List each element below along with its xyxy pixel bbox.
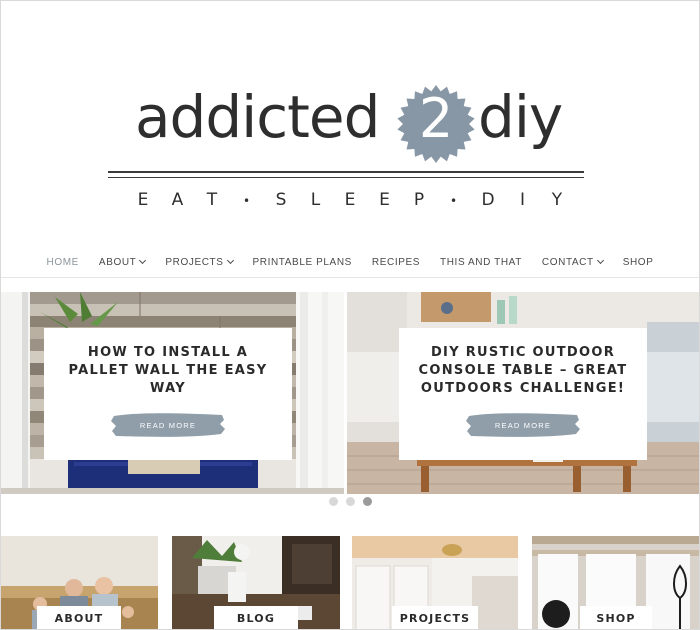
tagline-letter: P (413, 190, 425, 210)
nav-item-label: PROJECTS (165, 256, 224, 268)
nav-item-recipes[interactable]: RECIPES (362, 257, 430, 268)
slide-title-line[interactable]: CONSOLE TABLE – GREAT (419, 362, 628, 380)
tile-projects[interactable]: PROJECTS (352, 536, 518, 630)
read-more-label: READ MORE (139, 420, 197, 430)
tagline-letter: I (519, 190, 525, 210)
tile-shop[interactable]: SHOP (532, 536, 700, 630)
read-more-label: READ MORE (494, 420, 552, 430)
tagline-letter: Y (551, 190, 563, 210)
main-nav: HOME ABOUT PROJECTS PRINTABLE PLANS RECI… (0, 248, 700, 276)
slide-title-line[interactable]: HOW TO INSTALL A (88, 344, 248, 362)
tagline-letter: E (379, 190, 390, 210)
nav-item-home[interactable]: HOME (37, 257, 89, 268)
slide-title-line[interactable]: DIY RUSTIC OUTDOOR (431, 344, 615, 362)
tile-label[interactable]: ABOUT (37, 606, 121, 630)
read-more-button[interactable]: READ MORE (110, 410, 226, 440)
chevron-down-icon (139, 256, 147, 265)
slide-card: HOW TO INSTALL A PALLET WALL THE EASY WA… (44, 328, 292, 460)
logo-rule (108, 171, 584, 173)
tile-label[interactable]: SHOP (580, 606, 652, 630)
nav-item-projects[interactable]: PROJECTS (155, 257, 242, 268)
site-logo[interactable]: addicted 2 diy E A T • S L E E P • D I Y (0, 0, 700, 230)
nav-divider (0, 277, 700, 278)
tile-label[interactable]: PROJECTS (392, 606, 478, 630)
nav-item-label: CONTACT (541, 256, 594, 268)
nav-item-about[interactable]: ABOUT (89, 257, 155, 268)
logo-rule-thin (108, 177, 584, 178)
slide-card: DIY RUSTIC OUTDOOR CONSOLE TABLE – GREAT… (399, 328, 647, 460)
read-more-button[interactable]: READ MORE (465, 410, 581, 440)
slider-dot-active[interactable] (362, 497, 372, 506)
nav-item-label: THIS AND THAT (440, 256, 522, 268)
tagline-letter: D (481, 190, 495, 210)
nav-item-label: HOME (46, 256, 79, 268)
tile-about[interactable]: ABOUT (0, 536, 158, 630)
slider-dot[interactable] (345, 497, 355, 506)
tagline-letter: S (275, 190, 287, 210)
chevron-down-icon (226, 256, 234, 265)
tagline-letter: T (206, 190, 218, 210)
slide-title-line[interactable]: WAY (150, 380, 186, 398)
chevron-down-icon (596, 256, 604, 265)
tagline-letter: E (137, 190, 149, 210)
nav-item-label: PRINTABLE PLANS (252, 256, 352, 268)
nav-item-shop[interactable]: SHOP (613, 257, 664, 268)
slide-title-line[interactable]: PALLET WALL THE EASY (68, 362, 267, 380)
tagline: E A T • S L E E P • D I Y (0, 190, 700, 212)
tagline-letter: E (344, 190, 356, 210)
nav-item-contact[interactable]: CONTACT (532, 257, 613, 268)
tile-label[interactable]: BLOG (214, 606, 298, 630)
tagline-letter: A (171, 190, 184, 210)
logo-badge-number: 2 (418, 87, 454, 150)
tagline-dot: • (242, 194, 251, 208)
nav-item-label: RECIPES (371, 256, 421, 268)
nav-item-printable-plans[interactable]: PRINTABLE PLANS (243, 257, 362, 268)
tagline-dot: • (449, 194, 458, 208)
slide-pallet-wall[interactable]: HOW TO INSTALL A PALLET WALL THE EASY WA… (0, 292, 344, 494)
logo-word-left: addicted (135, 83, 380, 151)
tagline-letter: L (310, 190, 321, 210)
nav-item-label: ABOUT (98, 256, 137, 268)
slider-pagination (0, 497, 700, 506)
slider-dot[interactable] (328, 497, 338, 506)
slide-title-line[interactable]: OUTDOORS CHALLENGE! (421, 380, 625, 398)
tile-blog[interactable]: BLOG (172, 536, 340, 630)
logo-word-right: diy (478, 83, 563, 151)
nav-item-this-and-that[interactable]: THIS AND THAT (430, 257, 532, 268)
nav-item-label: SHOP (622, 256, 654, 268)
slide-outdoor-console[interactable]: DIY RUSTIC OUTDOOR CONSOLE TABLE – GREAT… (347, 292, 700, 494)
